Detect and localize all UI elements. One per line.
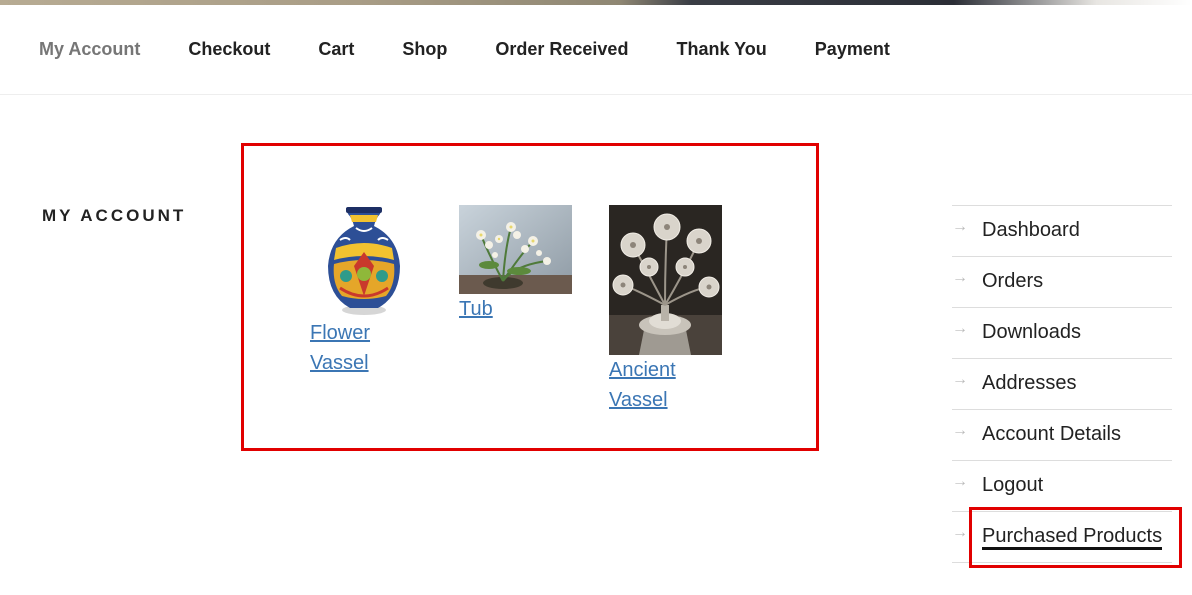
product-item: Ancient Vassel (609, 205, 722, 415)
product-item: Tub (459, 205, 572, 324)
page-title: MY ACCOUNT (42, 206, 187, 225)
purchased-products-nav-highlight-box (969, 507, 1182, 568)
account-nav-label[interactable]: Account Details (982, 423, 1121, 446)
arrow-icon: → (952, 269, 968, 286)
arrow-icon: → (952, 524, 968, 541)
account-nav-label[interactable]: Addresses (982, 372, 1077, 395)
account-nav-logout[interactable]: → Logout (952, 461, 1172, 512)
account-nav-account-details[interactable]: → Account Details (952, 410, 1172, 461)
account-nav-dashboard[interactable]: → Dashboard (952, 206, 1172, 257)
account-nav-orders[interactable]: → Orders (952, 257, 1172, 308)
arrow-icon: → (952, 371, 968, 388)
nav-item-checkout[interactable]: Checkout (188, 39, 270, 60)
product-item: Flower Vassel (310, 204, 420, 378)
product-link[interactable]: Tub (459, 294, 572, 324)
account-nav-label[interactable]: Downloads (982, 321, 1081, 344)
ceramic-vase-image[interactable] (310, 204, 412, 318)
account-nav-label[interactable]: Orders (982, 270, 1043, 293)
product-link-line-1[interactable]: Tub (459, 294, 572, 324)
top-navigation: My Account Checkout Cart Shop Order Rece… (0, 5, 1192, 95)
account-nav-label[interactable]: Logout (982, 474, 1043, 497)
product-link[interactable]: Ancient Vassel (609, 355, 722, 415)
arrow-icon: → (952, 218, 968, 235)
account-nav-label[interactable]: Dashboard (982, 219, 1080, 242)
arrow-icon: → (952, 422, 968, 439)
product-link-line-1[interactable]: Flower (310, 318, 420, 348)
product-link-line-1[interactable]: Ancient (609, 355, 722, 385)
product-link[interactable]: Flower Vassel (310, 318, 420, 378)
flower-arrangement-image[interactable] (459, 205, 572, 294)
nav-item-order-received[interactable]: Order Received (495, 39, 628, 60)
account-nav-downloads[interactable]: → Downloads (952, 308, 1172, 359)
account-nav-addresses[interactable]: → Addresses (952, 359, 1172, 410)
product-link-line-2[interactable]: Vassel (310, 348, 420, 378)
product-link-line-2[interactable]: Vassel (609, 385, 722, 415)
arrow-icon: → (952, 473, 968, 490)
nav-item-cart[interactable]: Cart (318, 39, 354, 60)
arrow-icon: → (952, 320, 968, 337)
nav-item-shop[interactable]: Shop (402, 39, 447, 60)
metal-flower-vase-image[interactable] (609, 205, 722, 355)
nav-item-thank-you[interactable]: Thank You (676, 39, 766, 60)
nav-item-payment[interactable]: Payment (815, 39, 890, 60)
nav-item-my-account[interactable]: My Account (39, 39, 140, 60)
